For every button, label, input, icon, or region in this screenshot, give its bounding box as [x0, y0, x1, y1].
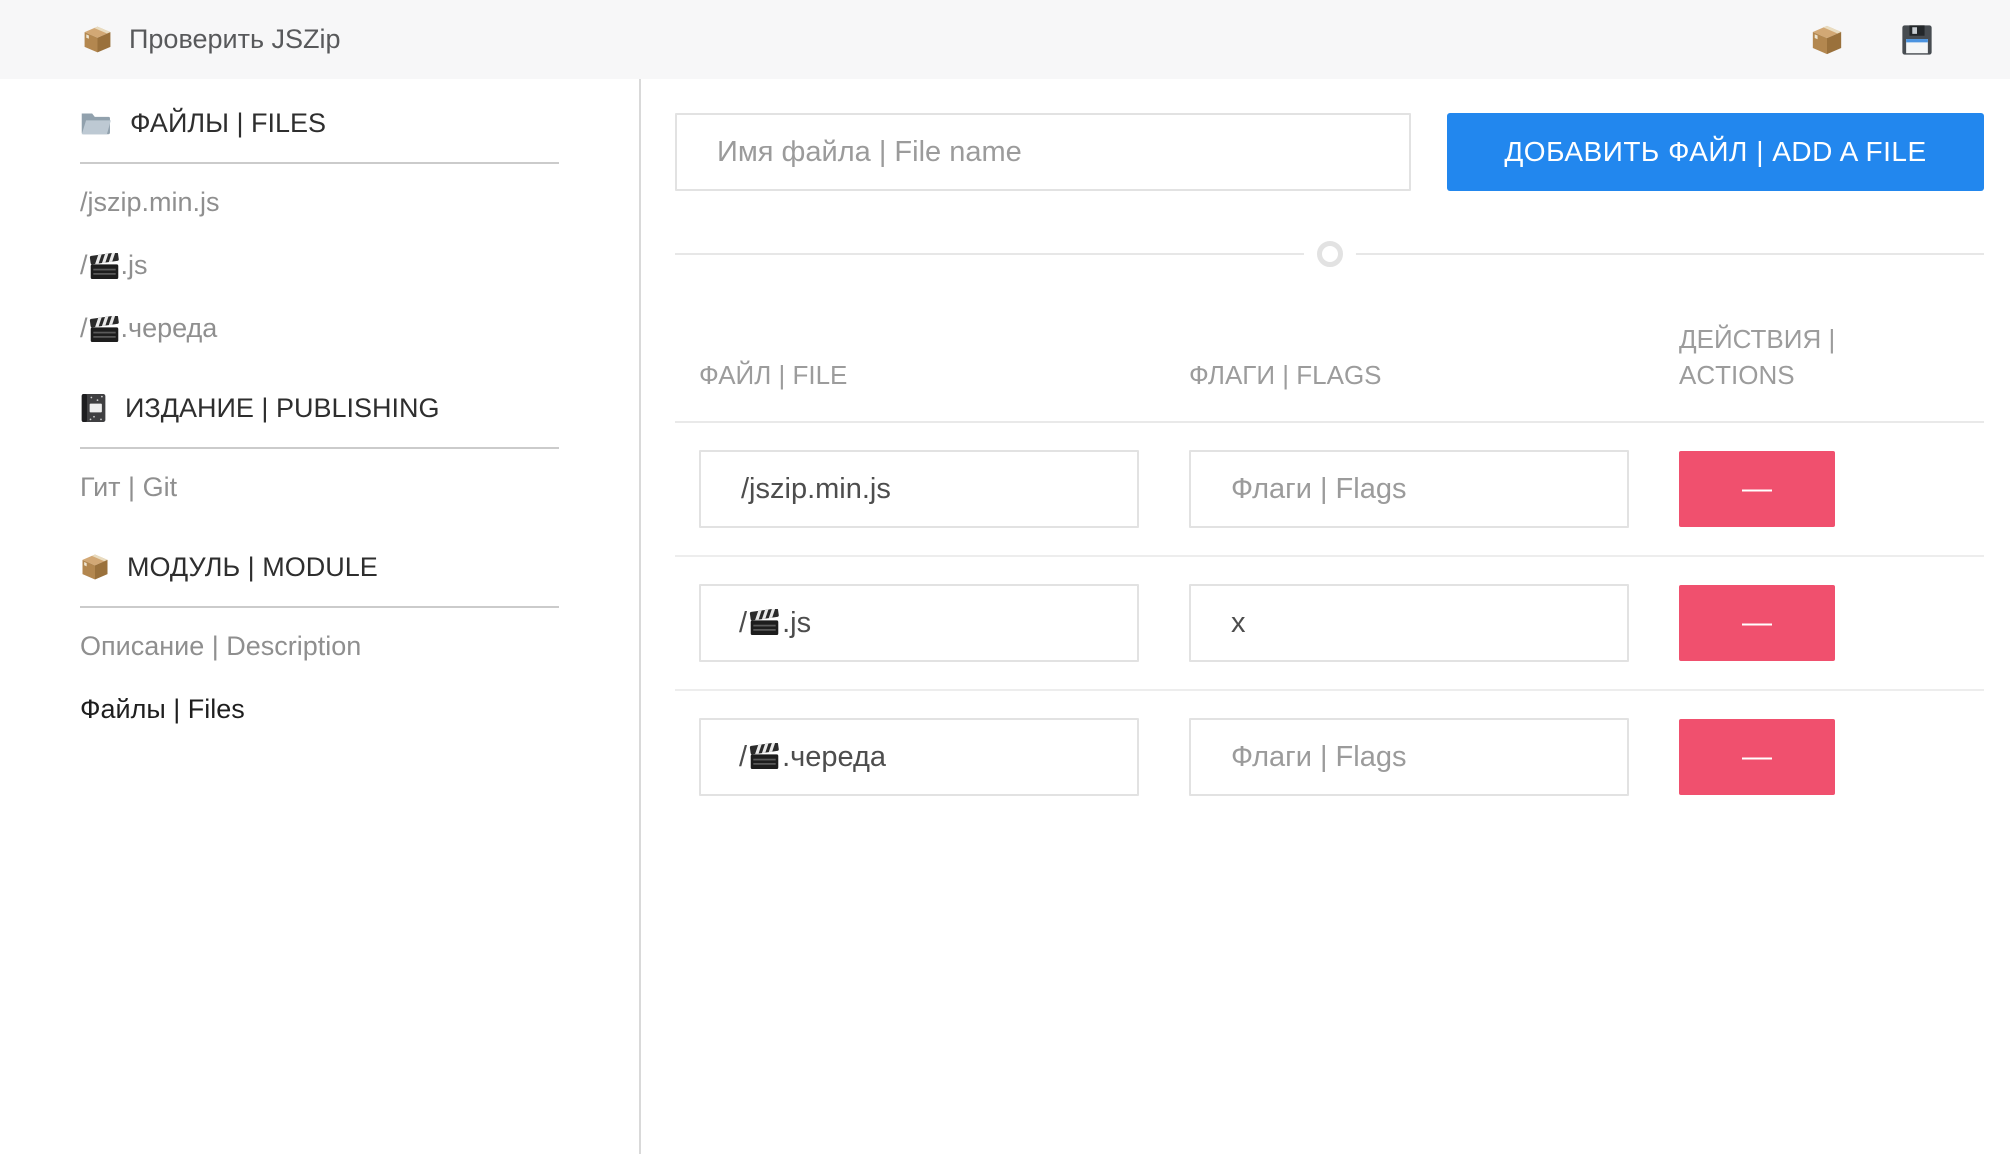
sidebar-item-file-clapper-chereda[interactable]: / .череда	[80, 297, 559, 360]
clapper-icon	[749, 743, 780, 771]
sidebar-section-files: ФАЙЛЫ | FILES	[80, 105, 559, 141]
remove-file-button[interactable]: —	[1679, 451, 1835, 527]
add-file-button[interactable]: ДОБАВИТЬ ФАЙЛ | ADD A FILE	[1447, 113, 1984, 191]
row-flags-input[interactable]	[1189, 718, 1629, 796]
main-content: ДОБАВИТЬ ФАЙЛ | ADD A FILE ФАЙЛ | FILE Ф…	[641, 79, 2010, 1154]
file-prefix: /	[80, 313, 88, 343]
file-prefix: /	[739, 607, 747, 640]
sidebar-item-description[interactable]: Описание | Description	[80, 615, 559, 678]
column-header-flags: ФЛАГИ | FLAGS	[1165, 321, 1655, 423]
sidebar-section-title: ФАЙЛЫ | FILES	[130, 105, 326, 141]
table-row-actions-cell: —	[1655, 691, 1984, 823]
table-row-flags-cell	[1165, 557, 1655, 691]
top-bar: Проверить JSZip	[0, 0, 2010, 79]
sidebar-section-publishing: ИЗДАНИЕ | PUBLISHING	[80, 390, 559, 426]
add-file-form: ДОБАВИТЬ ФАЙЛ | ADD A FILE	[675, 113, 1984, 191]
package-icon[interactable]	[1810, 23, 1844, 57]
sidebar-section-module: МОДУЛЬ | MODULE	[80, 549, 559, 585]
divider	[80, 447, 559, 449]
row-flags-input[interactable]	[1189, 450, 1629, 528]
toolbar-actions	[1810, 23, 1934, 57]
file-suffix: .js	[121, 250, 148, 280]
table-row-file-cell	[675, 423, 1165, 557]
folder-icon	[80, 109, 113, 137]
app-title: Проверить JSZip	[129, 24, 341, 55]
clapper-icon	[749, 609, 780, 637]
table-row-flags-cell	[1165, 691, 1655, 823]
file-name-input[interactable]	[675, 113, 1411, 191]
sidebar: ФАЙЛЫ | FILES /jszip.min.js / .js / .черед…	[0, 79, 641, 1154]
package-icon	[82, 24, 113, 55]
sidebar-item-file-jszip[interactable]: /jszip.min.js	[80, 171, 559, 234]
table-row-actions-cell: —	[1655, 557, 1984, 691]
package-icon	[80, 552, 110, 582]
row-file-input[interactable]: / .череда	[699, 718, 1139, 796]
app-window: Проверить JSZip ФАЙЛЫ | FILES /jszip.min…	[0, 0, 2010, 1154]
file-prefix: /	[80, 250, 88, 280]
clapper-icon	[89, 253, 120, 281]
section-divider	[675, 253, 1984, 255]
sidebar-section-title: ИЗДАНИЕ | PUBLISHING	[125, 390, 439, 426]
column-header-file: ФАЙЛ | FILE	[675, 321, 1165, 423]
floppy-save-icon[interactable]	[1900, 23, 1934, 57]
sidebar-item-git[interactable]: Гит | Git	[80, 456, 559, 519]
file-suffix: .череда	[121, 313, 218, 343]
file-prefix: /	[739, 741, 747, 774]
sidebar-item-files[interactable]: Файлы | Files	[80, 678, 559, 741]
divider	[80, 606, 559, 608]
column-header-actions: ДЕЙСТВИЯ | ACTIONS	[1655, 321, 1984, 423]
table-row-file-cell: / .js	[675, 557, 1165, 691]
divider	[80, 162, 559, 164]
sidebar-item-file-clapper-js[interactable]: / .js	[80, 234, 559, 297]
notebook-icon	[80, 392, 108, 424]
row-flags-input[interactable]	[1189, 584, 1629, 662]
app-title-group: Проверить JSZip	[82, 24, 341, 55]
file-suffix: .js	[782, 607, 811, 640]
remove-file-button[interactable]: —	[1679, 719, 1835, 795]
files-table: ФАЙЛ | FILE ФЛАГИ | FLAGS ДЕЙСТВИЯ | ACT…	[675, 321, 1984, 823]
sidebar-section-title: МОДУЛЬ | MODULE	[127, 549, 378, 585]
table-row-flags-cell	[1165, 423, 1655, 557]
file-suffix: .череда	[782, 741, 886, 774]
row-file-input[interactable]: / .js	[699, 584, 1139, 662]
row-file-input[interactable]	[699, 450, 1139, 528]
clapper-icon	[89, 316, 120, 344]
remove-file-button[interactable]: —	[1679, 585, 1835, 661]
table-row-file-cell: / .череда	[675, 691, 1165, 823]
spinner-circle-ornament	[1317, 241, 1343, 267]
table-row-actions-cell: —	[1655, 423, 1984, 557]
